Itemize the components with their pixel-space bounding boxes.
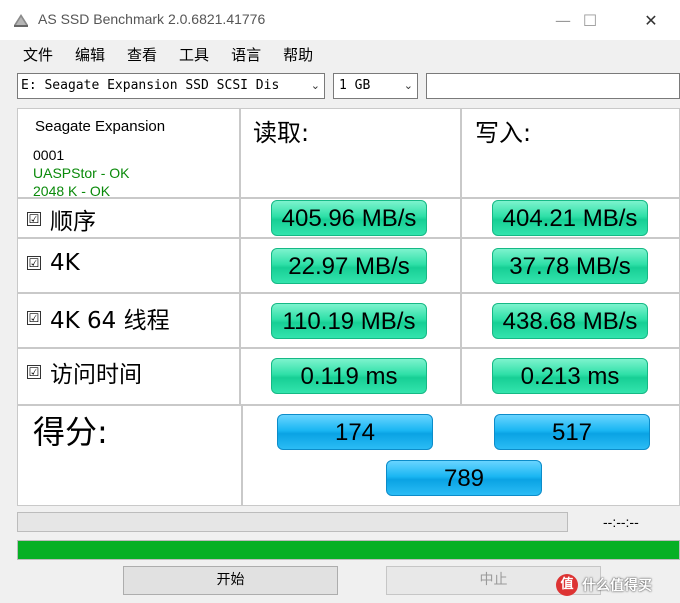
test-size-select[interactable]: 1 GB ⌄: [333, 73, 418, 99]
menu-language[interactable]: 语言: [220, 40, 272, 70]
row-sequential[interactable]: ☑ 顺序: [27, 199, 96, 239]
row-4k[interactable]: ☑ 4K: [27, 243, 80, 283]
test-progress-bar: [17, 512, 568, 532]
row-access-time[interactable]: ☑ 访问时间: [27, 352, 142, 392]
watermark-text: 什么值得买: [582, 578, 652, 594]
sequential-checkbox[interactable]: ☑: [27, 212, 41, 226]
menu-help[interactable]: 帮助: [272, 40, 324, 70]
sequential-write-value: 404.21 MB/s: [492, 200, 648, 236]
watermark: 值 什么值得买: [556, 574, 652, 596]
name-input[interactable]: [426, 73, 680, 99]
4k64-write-value: 438.68 MB/s: [492, 303, 648, 339]
access-time-read-value: 0.119 ms: [271, 358, 427, 394]
drive-info-panel: Seagate Expansion 0001 UASPStor - OK 204…: [17, 108, 240, 199]
app-window: AS SSD Benchmark 2.0.6821.41776 — ☐ ✕ 文件…: [0, 0, 680, 603]
app-logo-icon: [14, 14, 28, 27]
read-score: 174: [277, 414, 433, 450]
window-title: AS SSD Benchmark 2.0.6821.41776: [38, 11, 266, 27]
menu-view[interactable]: 查看: [116, 40, 168, 70]
sequential-read-cell: 405.96 MB/s: [240, 198, 461, 238]
start-button[interactable]: 开始: [123, 566, 338, 595]
sequential-write-cell: 404.21 MB/s: [461, 198, 680, 238]
chevron-down-icon: ⌄: [310, 79, 320, 92]
total-score: 789: [386, 460, 542, 496]
test-size-value: 1 GB: [339, 78, 371, 93]
menu-tools[interactable]: 工具: [168, 40, 220, 70]
read-column-header: 读取:: [253, 119, 310, 147]
4k-write-value: 37.78 MB/s: [492, 248, 648, 284]
write-column-header: 写入:: [475, 119, 532, 147]
maximize-button[interactable]: ☐: [567, 0, 613, 40]
4k-read-cell: 22.97 MB/s: [240, 238, 461, 293]
score-label: 得分:: [33, 413, 108, 451]
access-time-write-cell: 0.213 ms: [461, 348, 680, 405]
4k64-write-cell: 438.68 MB/s: [461, 293, 680, 348]
drive-select-value: E: Seagate Expansion SSD SCSI Dis: [21, 78, 280, 93]
row-sequential-label-cell: ☑ 顺序: [17, 198, 240, 238]
4k64-checkbox[interactable]: ☑: [27, 311, 41, 325]
title-bar[interactable]: AS SSD Benchmark 2.0.6821.41776 — ☐ ✕: [0, 0, 680, 40]
access-time-checkbox[interactable]: ☑: [27, 365, 41, 379]
row-4k64-label-cell: ☑ 4K 64 线程: [17, 293, 240, 348]
row-4k-label-cell: ☑ 4K: [17, 238, 240, 293]
row-access-time-label-cell: ☑ 访问时间: [17, 348, 240, 405]
access-time-write-value: 0.213 ms: [492, 358, 648, 394]
drive-select[interactable]: E: Seagate Expansion SSD SCSI Dis ⌄: [17, 73, 325, 99]
sequential-read-value: 405.96 MB/s: [271, 200, 427, 236]
close-button[interactable]: ✕: [628, 0, 674, 40]
elapsed-time: --:--:--: [603, 514, 639, 530]
alignment-status: 2048 K - OK: [33, 183, 111, 199]
watermark-logo-icon: 值: [556, 574, 578, 596]
score-values-cell: 174 517 789: [242, 405, 680, 506]
overall-progress-fill: [18, 541, 679, 559]
drive-name: Seagate Expansion: [35, 118, 166, 135]
read-header-cell: 读取:: [240, 108, 461, 198]
access-time-read-cell: 0.119 ms: [240, 348, 461, 405]
chevron-down-icon: ⌄: [403, 79, 413, 92]
overall-progress-bar: [17, 540, 680, 560]
4k-checkbox[interactable]: ☑: [27, 256, 41, 270]
menu-file[interactable]: 文件: [12, 40, 64, 70]
score-label-cell: 得分:: [17, 405, 242, 506]
sequential-label: 顺序: [50, 209, 96, 235]
4k-label: 4K: [50, 250, 80, 276]
row-4k64[interactable]: ☑ 4K 64 线程: [27, 298, 170, 338]
drive-firmware: 0001: [33, 147, 65, 163]
write-header-cell: 写入:: [461, 108, 680, 198]
4k64-label: 4K 64 线程: [50, 308, 170, 334]
4k64-read-cell: 110.19 MB/s: [240, 293, 461, 348]
4k-read-value: 22.97 MB/s: [271, 248, 427, 284]
access-time-label: 访问时间: [50, 362, 142, 388]
menu-bar: 文件 编辑 查看 工具 语言 帮助: [0, 40, 680, 70]
driver-status: UASPStor - OK: [33, 165, 130, 181]
results-grid: Seagate Expansion 0001 UASPStor - OK 204…: [17, 108, 680, 405]
menu-edit[interactable]: 编辑: [64, 40, 116, 70]
write-score: 517: [494, 414, 650, 450]
4k-write-cell: 37.78 MB/s: [461, 238, 680, 293]
4k64-read-value: 110.19 MB/s: [271, 303, 427, 339]
